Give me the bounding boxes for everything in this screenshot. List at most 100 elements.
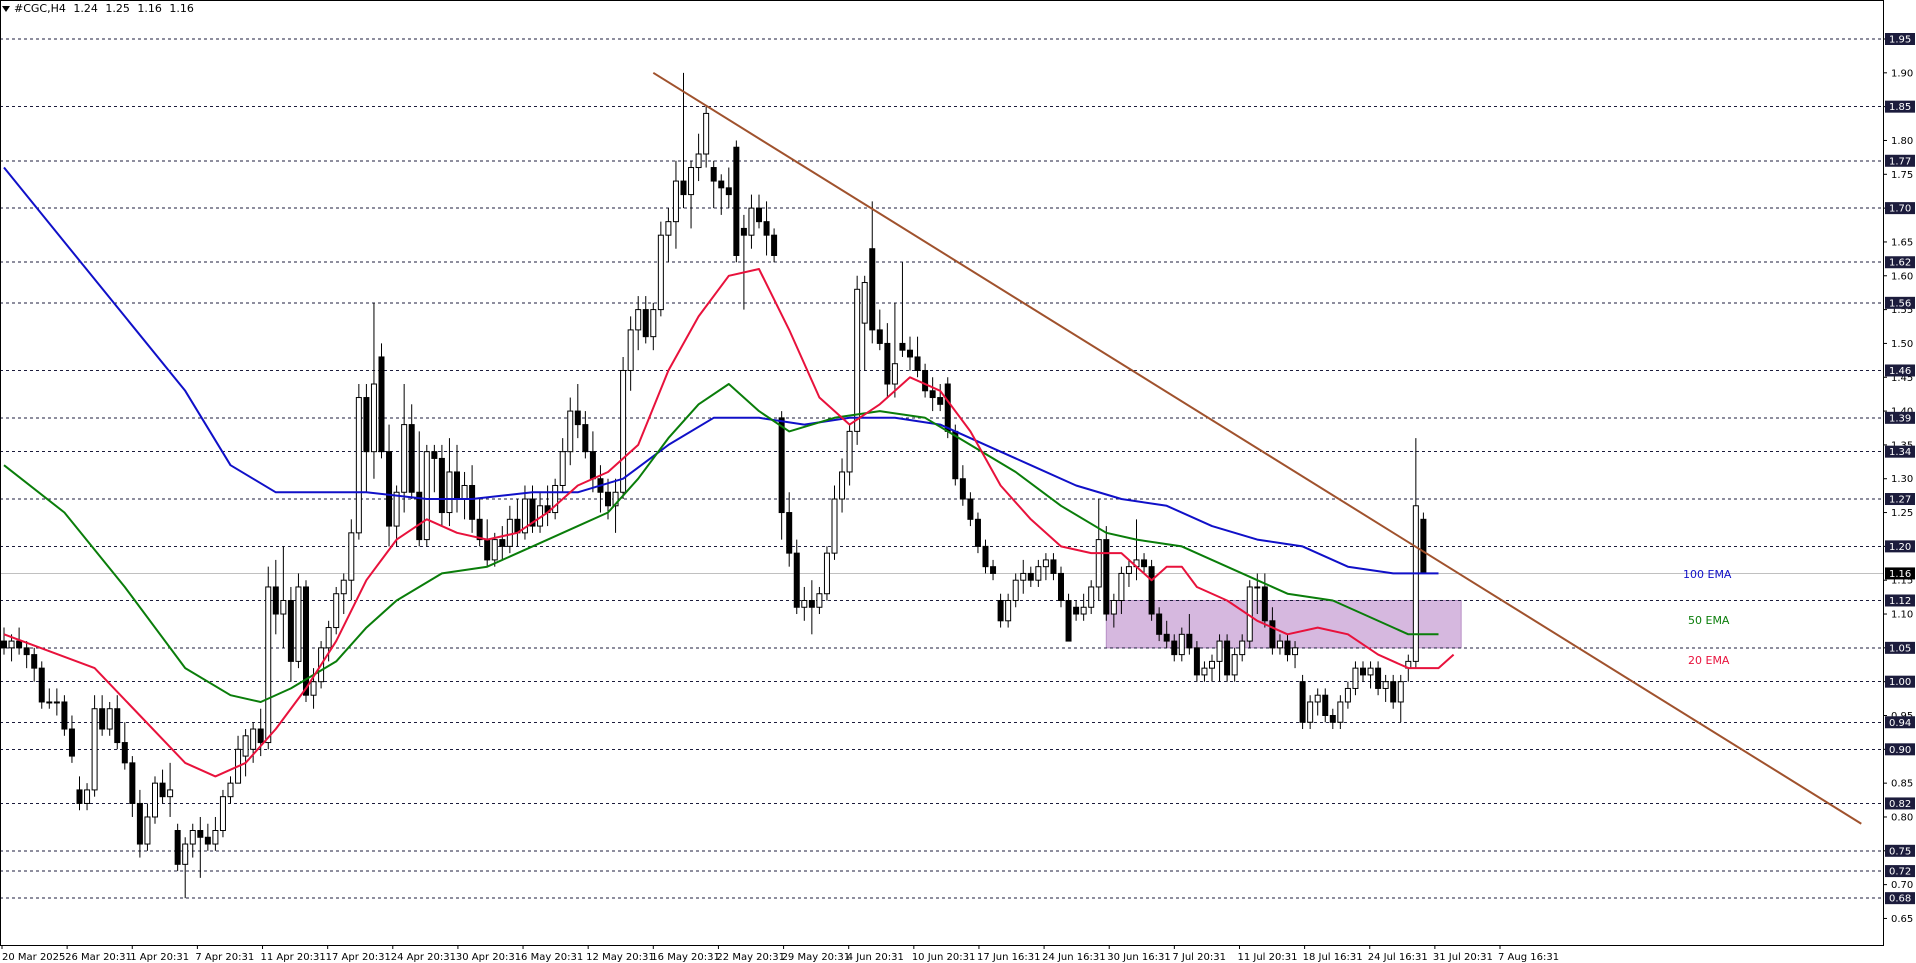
bearish-candle-body xyxy=(1141,559,1148,568)
bearish-candle-body xyxy=(914,356,921,371)
level-price-label-text: 1.62 xyxy=(1889,258,1911,269)
bullish-candle-body xyxy=(1178,633,1185,656)
bullish-candle-body xyxy=(491,539,498,561)
bearish-candle-body xyxy=(38,667,45,703)
candle xyxy=(136,789,143,858)
candle xyxy=(401,384,408,513)
bearish-candle-body xyxy=(257,728,264,744)
bearish-candle-body xyxy=(884,342,891,385)
bearish-candle-body xyxy=(99,708,106,730)
candle xyxy=(1397,674,1404,723)
candle xyxy=(786,492,793,567)
level-price-label: 0.75 xyxy=(1885,844,1915,857)
bearish-candle-body xyxy=(114,708,121,744)
candle xyxy=(1005,593,1012,628)
candle xyxy=(129,756,136,817)
bullish-candle-body xyxy=(846,430,853,473)
level-price-label-text: 1.95 xyxy=(1889,35,1911,46)
bullish-candle-body xyxy=(688,167,695,196)
bullish-candle-body xyxy=(672,180,679,223)
bullish-candle-body xyxy=(823,552,830,595)
candle xyxy=(265,566,272,750)
candle xyxy=(635,296,642,351)
candle xyxy=(982,539,989,574)
price-tick-label: 1.30 xyxy=(1891,474,1913,485)
level-price-label: 1.85 xyxy=(1885,100,1915,113)
bearish-candle-body xyxy=(204,836,211,845)
time-tick-label: 7 Aug 16:31 xyxy=(1498,952,1559,963)
bearish-candle-body xyxy=(23,647,30,656)
bullish-candle-body xyxy=(393,491,400,527)
bullish-candle-body xyxy=(635,309,642,331)
bullish-candle-body xyxy=(1020,572,1027,581)
bearish-candle-body xyxy=(408,424,415,493)
level-price-label: 1.39 xyxy=(1885,411,1915,424)
bullish-candle-body xyxy=(1080,606,1087,615)
candle xyxy=(1261,573,1268,628)
level-price-label-text: 1.05 xyxy=(1889,643,1911,654)
time-axis[interactable]: 20 Mar 2025 26 Mar 20:311 Apr 20:31 7 Apr … xyxy=(1,945,1559,963)
level-price-label-text: 0.90 xyxy=(1889,745,1911,756)
candle xyxy=(1095,499,1102,601)
candle xyxy=(287,586,294,682)
bullish-candle-body xyxy=(167,789,174,798)
bearish-candle-body xyxy=(582,424,589,453)
bearish-candle-body xyxy=(778,417,785,514)
bullish-candle-body xyxy=(219,796,226,832)
descending-trendline[interactable] xyxy=(652,71,1862,825)
candle xyxy=(280,546,287,648)
candle xyxy=(416,431,423,547)
bullish-candle-body xyxy=(340,579,347,595)
candle xyxy=(1231,647,1238,682)
bullish-candle-body xyxy=(559,451,566,486)
candle xyxy=(846,424,853,486)
candle xyxy=(99,695,106,736)
price-chart[interactable]: 0.650.700.750.800.850.900.951.001.051.10… xyxy=(0,0,1916,963)
candle xyxy=(823,546,830,601)
level-price-label-text: 1.77 xyxy=(1889,156,1911,167)
time-tick-label: 7 Apr 20:31 xyxy=(195,952,254,963)
bullish-candle-body xyxy=(620,369,627,493)
bearish-candle-body xyxy=(1420,518,1427,574)
price-axis[interactable]: 0.650.700.750.800.850.900.951.001.051.10… xyxy=(1883,33,1915,925)
bearish-candle-body xyxy=(952,430,959,480)
bullish-candle-body xyxy=(1110,599,1117,615)
candle xyxy=(688,160,695,229)
candle xyxy=(144,803,151,851)
bullish-candle-body xyxy=(748,207,755,236)
time-tick-label: 18 Jul 16:31 xyxy=(1303,952,1363,963)
candle xyxy=(1058,566,1064,608)
bullish-candle-body xyxy=(189,830,196,845)
bullish-candle-body xyxy=(144,816,151,845)
time-tick-label: 17 Jun 16:31 xyxy=(977,952,1041,963)
candle xyxy=(438,444,445,527)
bearish-candle-body xyxy=(793,552,800,608)
price-tick-label: 1.65 xyxy=(1891,237,1913,248)
bullish-candle-body xyxy=(1397,681,1404,703)
price-tick-label: 1.50 xyxy=(1891,339,1913,350)
price-tick-label: 1.90 xyxy=(1891,68,1913,79)
candle xyxy=(672,160,679,249)
candle xyxy=(839,458,846,513)
candle xyxy=(899,262,906,357)
candle xyxy=(574,384,581,439)
bullish-candle-body xyxy=(250,728,257,750)
time-tick-label: 30 Apr 20:31 xyxy=(456,952,521,963)
bullish-candle-body xyxy=(46,701,53,704)
time-tick-label: 1 Apr 20:31 xyxy=(130,952,189,963)
candle xyxy=(907,336,913,371)
bullish-candle-body xyxy=(839,471,846,500)
bearish-candle-body xyxy=(1261,586,1268,622)
candles-layer xyxy=(1,72,1427,899)
candle xyxy=(355,384,362,540)
candle xyxy=(197,816,204,878)
bearish-candle-body xyxy=(363,397,370,453)
bearish-candle-body xyxy=(484,539,491,561)
time-tick-label: 29 May 20:31 xyxy=(782,952,851,963)
trendline-layer[interactable] xyxy=(652,71,1862,825)
time-tick-label: 12 May 20:31 xyxy=(586,952,655,963)
level-price-label: 0.94 xyxy=(1885,716,1915,729)
bearish-candle-body xyxy=(944,383,951,432)
bearish-candle-body xyxy=(438,457,445,514)
candle xyxy=(1080,593,1087,621)
